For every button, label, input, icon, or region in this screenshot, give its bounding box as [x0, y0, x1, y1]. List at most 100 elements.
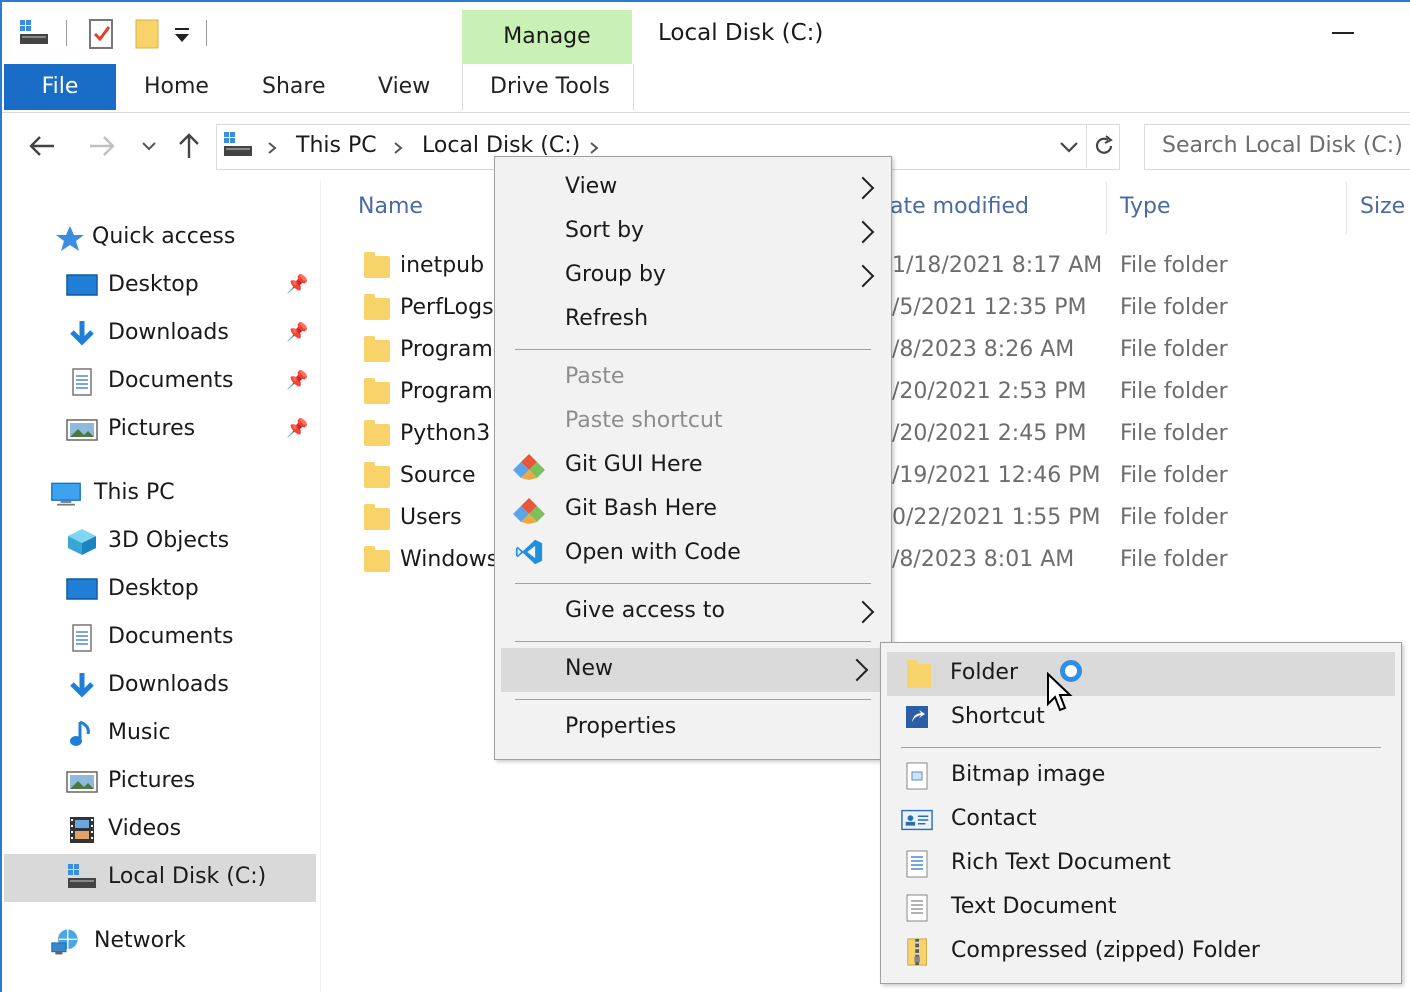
recent-locations-chevron-icon[interactable]	[140, 138, 158, 152]
submenu-item-contact[interactable]: Contact	[881, 798, 1401, 842]
submenu-item-bitmap-image[interactable]: Bitmap image	[881, 754, 1401, 798]
menu-item-label: Paste shortcut	[565, 408, 723, 433]
menu-item-git-bash-here[interactable]: Git Bash Here	[495, 488, 891, 532]
menu-item-paste[interactable]: Paste	[495, 356, 891, 400]
zip-folder-icon	[907, 938, 927, 966]
nav-pc-local-disk[interactable]: Local Disk (C:)	[0, 856, 316, 900]
minimize-button[interactable]	[1320, 16, 1360, 50]
nav-pc-downloads[interactable]: Downloads	[0, 664, 316, 708]
pin-icon[interactable]: 📌	[286, 370, 308, 391]
properties-icon[interactable]	[88, 18, 116, 50]
nav-label: Pictures	[108, 416, 196, 441]
file-name[interactable]: Windows	[400, 546, 498, 574]
column-header-type[interactable]: Type	[1120, 194, 1171, 219]
chevron-right-icon	[855, 656, 867, 668]
nav-pc-documents[interactable]: Documents	[0, 616, 316, 660]
3d-objects-icon	[68, 529, 96, 555]
nav-quick-documents[interactable]: Documents 📌	[0, 360, 316, 404]
file-name[interactable]: Program	[400, 378, 493, 406]
breadcrumb-chevron-icon[interactable]	[266, 140, 278, 154]
file-date: /8/2023 8:26 AM	[892, 337, 1075, 362]
folder-icon	[364, 420, 390, 446]
nav-pc-music[interactable]: Music	[0, 712, 316, 756]
chevron-right-icon	[861, 262, 873, 274]
nav-quick-access[interactable]: Quick access	[0, 216, 316, 260]
menu-item-label: Contact	[951, 806, 1037, 831]
document-icon	[72, 624, 92, 652]
submenu-item-shortcut[interactable]: Shortcut	[881, 696, 1401, 740]
submenu-item-compressed-folder[interactable]: Compressed (zipped) Folder	[881, 930, 1401, 974]
up-arrow-icon[interactable]	[176, 132, 202, 160]
menu-item-git-gui-here[interactable]: Git GUI Here	[495, 444, 891, 488]
menu-item-sort-by[interactable]: Sort by	[495, 210, 891, 254]
file-name[interactable]: Users	[400, 504, 462, 532]
address-dropdown-chevron-icon[interactable]	[1058, 138, 1080, 156]
menu-separator	[901, 747, 1381, 748]
nav-pc-pictures[interactable]: Pictures	[0, 760, 316, 804]
file-type: File folder	[1120, 463, 1228, 488]
tab-home[interactable]: Home	[144, 74, 209, 99]
pin-icon[interactable]: 📌	[286, 322, 308, 343]
column-header-name[interactable]: Name	[358, 194, 423, 219]
column-header-date-modified[interactable]: ate modified	[890, 194, 1029, 219]
nav-pc-3d-objects[interactable]: 3D Objects	[0, 520, 316, 564]
pictures-icon	[66, 771, 98, 793]
file-type: File folder	[1120, 337, 1228, 362]
submenu-item-folder[interactable]: Folder	[887, 652, 1395, 696]
tab-file[interactable]: File	[4, 64, 116, 110]
chevron-right-icon	[861, 598, 873, 610]
file-name[interactable]: Program	[400, 336, 493, 364]
breadcrumb-this-pc[interactable]: This PC	[296, 132, 377, 160]
busy-spinner-icon	[1060, 660, 1082, 682]
menu-item-group-by[interactable]: Group by	[495, 254, 891, 298]
tab-drive-tools[interactable]: Drive Tools	[490, 74, 610, 99]
nav-pc-desktop[interactable]: Desktop	[0, 568, 316, 612]
file-name[interactable]: PerfLogs	[400, 294, 494, 322]
menu-item-refresh[interactable]: Refresh	[495, 298, 891, 342]
tab-view[interactable]: View	[378, 74, 430, 99]
context-menu: View Sort by Group by Refresh Paste Past…	[494, 156, 892, 760]
nav-pc-videos[interactable]: Videos	[0, 808, 316, 852]
menu-item-open-with-code[interactable]: Open with Code	[495, 532, 891, 576]
menu-item-view[interactable]: View	[495, 166, 891, 210]
menu-item-give-access-to[interactable]: Give access to	[495, 590, 891, 634]
new-folder-icon[interactable]	[134, 18, 162, 50]
menu-item-new[interactable]: New	[501, 648, 885, 692]
nav-this-pc[interactable]: This PC	[0, 472, 316, 516]
file-date: /8/2023 8:01 AM	[892, 547, 1075, 572]
nav-quick-desktop[interactable]: Desktop 📌	[0, 264, 316, 308]
menu-item-label: Properties	[565, 714, 677, 739]
column-divider[interactable]	[1346, 182, 1347, 234]
tab-manage[interactable]: Manage	[462, 10, 632, 64]
submenu-item-text-document[interactable]: Text Document	[881, 886, 1401, 930]
menu-separator	[515, 349, 871, 350]
qat-dropdown-icon[interactable]	[172, 22, 192, 46]
menu-item-properties[interactable]: Properties	[495, 706, 891, 750]
file-name[interactable]: inetpub	[400, 252, 484, 280]
tab-share[interactable]: Share	[262, 74, 326, 99]
file-name[interactable]: Python3	[400, 420, 490, 448]
nav-quick-pictures[interactable]: Pictures 📌	[0, 408, 316, 452]
file-name[interactable]: Source	[400, 462, 476, 490]
column-header-size[interactable]: Size	[1360, 194, 1405, 219]
back-arrow-icon[interactable]	[28, 134, 56, 158]
document-icon	[72, 368, 92, 396]
menu-item-paste-shortcut[interactable]: Paste shortcut	[495, 400, 891, 444]
menu-item-label: Text Document	[951, 894, 1117, 919]
nav-network[interactable]: Network	[0, 920, 316, 964]
breadcrumb-chevron-icon[interactable]	[392, 140, 404, 154]
desktop-icon	[66, 274, 98, 296]
nav-label: This PC	[94, 480, 175, 505]
breadcrumb-chevron-icon[interactable]	[588, 140, 600, 154]
menu-item-label: Open with Code	[565, 540, 741, 565]
column-divider[interactable]	[1106, 182, 1107, 234]
bitmap-icon	[906, 762, 928, 790]
menu-item-label: Group by	[565, 262, 666, 287]
submenu-item-rich-text-document[interactable]: Rich Text Document	[881, 842, 1401, 886]
refresh-icon[interactable]	[1092, 134, 1116, 158]
pin-icon[interactable]: 📌	[286, 418, 308, 439]
forward-arrow-icon[interactable]	[88, 134, 116, 158]
drive-icon[interactable]	[18, 20, 50, 48]
nav-quick-downloads[interactable]: Downloads 📌	[0, 312, 316, 356]
pin-icon[interactable]: 📌	[286, 274, 308, 295]
